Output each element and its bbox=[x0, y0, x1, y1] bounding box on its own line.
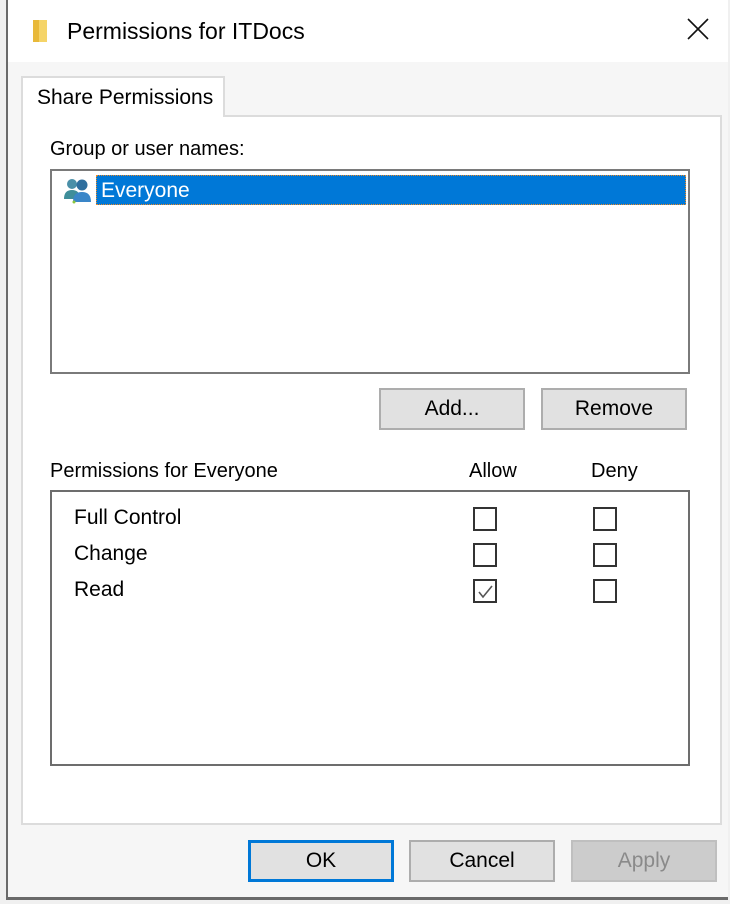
permission-label: Read bbox=[74, 578, 125, 601]
checkmark-icon bbox=[478, 585, 493, 599]
permissions-list: Full Control Change Read bbox=[50, 490, 690, 766]
close-button[interactable] bbox=[668, 0, 728, 62]
users-group-icon bbox=[62, 175, 96, 205]
ok-button[interactable]: OK bbox=[248, 840, 394, 882]
apply-button[interactable]: Apply bbox=[571, 840, 717, 882]
window-title: Permissions for ITDocs bbox=[67, 18, 305, 44]
allow-change-checkbox[interactable] bbox=[473, 543, 497, 567]
permission-label: Change bbox=[74, 542, 148, 565]
list-item-everyone[interactable]: Everyone bbox=[62, 174, 686, 206]
group-names-label: Group or user names: bbox=[50, 138, 245, 160]
folder-icon bbox=[31, 18, 51, 44]
permission-row-change: Change bbox=[52, 537, 688, 573]
group-user-listbox[interactable]: Everyone bbox=[50, 169, 690, 374]
allow-read-checkbox[interactable] bbox=[473, 579, 497, 603]
allow-column-header: Allow bbox=[469, 460, 517, 482]
allow-full-control-checkbox[interactable] bbox=[473, 507, 497, 531]
permission-row-read: Read bbox=[52, 573, 688, 609]
permissions-dialog: Permissions for ITDocs Share Permissions… bbox=[6, 0, 728, 900]
permission-row-full-control: Full Control bbox=[52, 501, 688, 537]
deny-full-control-checkbox[interactable] bbox=[593, 507, 617, 531]
tab-label: Share Permissions bbox=[37, 86, 214, 109]
tab-share-permissions[interactable]: Share Permissions bbox=[21, 76, 225, 117]
close-icon bbox=[687, 17, 709, 45]
permissions-for-label: Permissions for Everyone bbox=[50, 460, 278, 482]
add-button[interactable]: Add... bbox=[379, 388, 525, 430]
list-item-label: Everyone bbox=[96, 175, 686, 205]
cancel-button[interactable]: Cancel bbox=[409, 840, 555, 882]
permission-label: Full Control bbox=[74, 506, 182, 529]
deny-change-checkbox[interactable] bbox=[593, 543, 617, 567]
deny-read-checkbox[interactable] bbox=[593, 579, 617, 603]
deny-column-header: Deny bbox=[591, 460, 638, 482]
remove-button[interactable]: Remove bbox=[541, 388, 687, 430]
title-bar: Permissions for ITDocs bbox=[8, 0, 728, 62]
